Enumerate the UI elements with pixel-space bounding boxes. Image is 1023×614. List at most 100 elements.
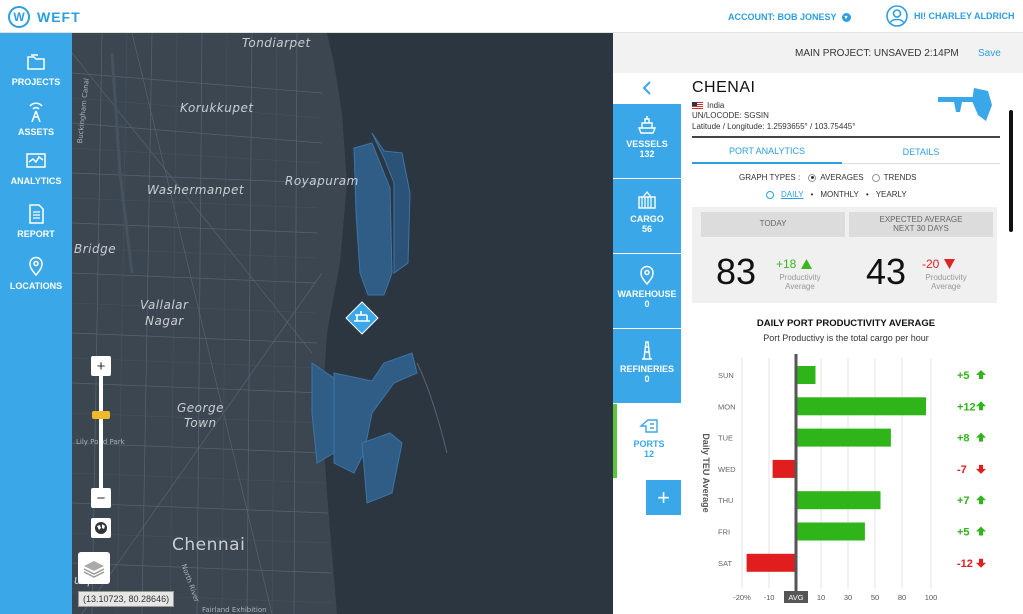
antenna-icon xyxy=(29,102,43,123)
ship-icon xyxy=(637,116,657,134)
zoom-in-button[interactable]: + xyxy=(91,356,111,376)
delta-label: +7 xyxy=(957,495,970,507)
delta-label: +5 xyxy=(957,370,970,382)
map-label-exhibition: Fairland Exhibition xyxy=(202,606,267,614)
bar xyxy=(796,522,865,541)
today-delta: +18 xyxy=(776,257,813,271)
panel-scrollbar[interactable] xyxy=(1009,110,1013,232)
save-button[interactable]: Save xyxy=(978,48,1001,59)
period-monthly[interactable]: MONTHLY xyxy=(820,190,859,199)
zoom-out-button[interactable]: − xyxy=(91,488,111,508)
tab-warehouse[interactable]: WAREHOUSE 0 xyxy=(613,254,681,328)
arrow-up-icon xyxy=(976,495,986,505)
arrow-up-icon xyxy=(976,370,986,379)
back-button[interactable] xyxy=(613,73,681,103)
expected-value: 43 xyxy=(866,251,907,292)
nav-label-projects: PROJECTS xyxy=(11,77,61,87)
today-delta-value: +18 xyxy=(776,257,797,271)
map-label-nagar: Nagar xyxy=(145,314,184,328)
expected-header: EXPECTED AVERAGE NEXT 30 DAYS xyxy=(849,212,993,237)
map-label-tondiarpet: Tondiarpet xyxy=(242,36,311,50)
port-locode: UN/LOCODE: SGSIN xyxy=(692,111,769,120)
flag-icon xyxy=(692,102,703,109)
category-label: WED xyxy=(718,465,736,474)
tab-vessels-count: 132 xyxy=(639,149,655,159)
radio-trends-dot xyxy=(871,173,880,182)
period-sep-1: • xyxy=(810,190,814,199)
nav-item-assets[interactable]: ASSETS xyxy=(0,101,72,137)
expected-header-line2: NEXT 30 DAYS xyxy=(893,223,949,233)
zoom-slider[interactable] xyxy=(92,376,110,488)
delta-label: +5 xyxy=(957,527,970,539)
today-delta-label: Productivity Average xyxy=(772,273,828,292)
map-label-town: Town xyxy=(184,416,217,430)
user-avatar-icon xyxy=(886,5,908,27)
zoom-slider-thumb[interactable] xyxy=(92,411,110,419)
folder-icon xyxy=(27,54,45,70)
chevron-left-icon xyxy=(642,81,651,95)
tab-vessels[interactable]: VESSELS 132 xyxy=(613,104,681,178)
radio-averages-dot xyxy=(808,173,817,182)
radio-trends[interactable]: TRENDS xyxy=(871,173,917,182)
arrow-up-icon xyxy=(801,259,813,269)
tab-ports-count: 12 xyxy=(643,449,654,459)
user-greeting: HI! CHARLEY ALDRICH xyxy=(914,11,1015,21)
period-daily[interactable]: DAILY xyxy=(781,190,804,199)
tab-port-analytics[interactable]: PORT ANALYTICS xyxy=(692,140,842,164)
radio-trends-label: TRENDS xyxy=(883,173,917,182)
graph-type-selector: GRAPH TYPES : AVERAGES TRENDS xyxy=(739,173,917,182)
nav-item-locations[interactable]: LOCATIONS xyxy=(0,255,72,291)
x-tick-label: 100 xyxy=(925,593,938,602)
nav-item-analytics[interactable]: ANALYTICS xyxy=(0,150,72,186)
delta-label: -12 xyxy=(957,558,973,570)
title-divider xyxy=(692,136,1000,138)
nav-item-projects[interactable]: PROJECTS xyxy=(0,51,72,87)
x-tick-label: -20% xyxy=(733,593,751,602)
nav-label-report: REPORT xyxy=(17,229,55,239)
port-illustration-icon xyxy=(938,88,992,121)
tab-refineries[interactable]: REFINERIES 0 xyxy=(613,329,681,403)
arrow-down-icon xyxy=(976,558,986,568)
period-yearly[interactable]: YEARLY xyxy=(876,190,907,199)
x-tick-label: 30 xyxy=(844,593,852,602)
arrow-up-icon xyxy=(976,432,986,442)
delta-label: -7 xyxy=(957,464,967,476)
globe-icon[interactable] xyxy=(91,518,111,538)
layers-icon xyxy=(83,561,105,578)
layers-button[interactable] xyxy=(78,552,110,584)
map-view[interactable]: Tondiarpet Korukkupet Washermanpet Royap… xyxy=(72,33,613,614)
tab-cargo[interactable]: CARGO 56 xyxy=(613,179,681,253)
x-tick-label: 80 xyxy=(898,593,906,602)
port-country: India xyxy=(692,101,724,110)
nav-item-report[interactable]: REPORT xyxy=(0,203,72,239)
delta-label: +12 xyxy=(957,401,976,413)
asset-tabs: VESSELS 132 CARGO 56 WAREHOUSE 0 REFINER… xyxy=(613,33,681,614)
account-label: ACCOUNT: BOB JONESY xyxy=(728,12,837,22)
arrow-down-icon xyxy=(944,259,956,269)
expected-delta: -20 xyxy=(922,257,956,271)
location-pin-icon xyxy=(640,265,654,286)
port-country-name: India xyxy=(707,101,725,110)
bar xyxy=(796,428,891,447)
x-tick-label: 10 xyxy=(817,593,825,602)
chart-subtitle: Port Productivy is the total cargo per h… xyxy=(763,333,929,343)
tab-details[interactable]: DETAILS xyxy=(842,140,1000,164)
account-selector[interactable]: ACCOUNT: BOB JONESY ▾ xyxy=(728,12,851,22)
port-marker-icon[interactable] xyxy=(345,301,379,335)
bar xyxy=(796,397,926,416)
category-label: FRI xyxy=(718,528,730,537)
port-name: CHENAI xyxy=(692,79,756,96)
cargo-icon xyxy=(638,191,656,209)
zoom-control: + − xyxy=(91,356,111,508)
clock-icon xyxy=(766,190,774,199)
user-menu[interactable]: HI! CHARLEY ALDRICH xyxy=(886,5,1015,27)
map-label-vallalar: Vallalar xyxy=(140,298,189,312)
tab-vessels-label: VESSELS xyxy=(626,139,668,149)
app-logo[interactable]: W WEFT xyxy=(8,6,81,28)
radio-averages[interactable]: AVERAGES xyxy=(808,173,864,182)
tab-ports[interactable]: PORTS 12 xyxy=(613,404,681,478)
map-label-korukkupet: Korukkupet xyxy=(180,101,254,115)
map-label-chennai: Chennai xyxy=(172,535,246,555)
port-latlon: Latitude / Longitude: 1.2593655° / 103.7… xyxy=(692,122,856,131)
add-button[interactable]: + xyxy=(646,480,681,515)
